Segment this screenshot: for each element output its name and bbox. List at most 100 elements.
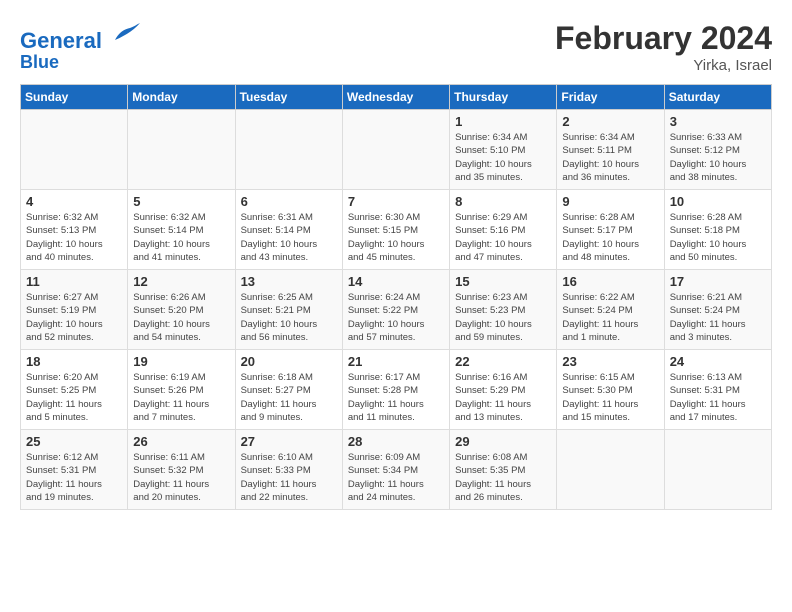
calendar-cell — [342, 110, 449, 190]
calendar-cell: 13 Sunrise: 6:25 AMSunset: 5:21 PMDayligh… — [235, 270, 342, 350]
calendar-cell: 20 Sunrise: 6:18 AMSunset: 5:27 PMDayligh… — [235, 350, 342, 430]
calendar-cell: 12 Sunrise: 6:26 AMSunset: 5:20 PMDayligh… — [128, 270, 235, 350]
day-number: 8 — [455, 194, 551, 209]
day-info: Sunrise: 6:10 AMSunset: 5:33 PMDaylight:… — [241, 451, 337, 504]
weekday-header-saturday: Saturday — [664, 85, 771, 110]
calendar-cell: 5 Sunrise: 6:32 AMSunset: 5:14 PMDaylight… — [128, 190, 235, 270]
calendar-cell: 19 Sunrise: 6:19 AMSunset: 5:26 PMDayligh… — [128, 350, 235, 430]
calendar-cell: 6 Sunrise: 6:31 AMSunset: 5:14 PMDaylight… — [235, 190, 342, 270]
day-number: 11 — [26, 274, 122, 289]
calendar-cell: 11 Sunrise: 6:27 AMSunset: 5:19 PMDayligh… — [21, 270, 128, 350]
calendar-cell: 9 Sunrise: 6:28 AMSunset: 5:17 PMDaylight… — [557, 190, 664, 270]
weekday-header-friday: Friday — [557, 85, 664, 110]
page-header: General Blue February 2024 Yirka, Israel — [20, 20, 772, 74]
day-info: Sunrise: 6:11 AMSunset: 5:32 PMDaylight:… — [133, 451, 229, 504]
calendar-cell — [557, 430, 664, 510]
day-info: Sunrise: 6:30 AMSunset: 5:15 PMDaylight:… — [348, 211, 444, 264]
week-row-5: 25 Sunrise: 6:12 AMSunset: 5:31 PMDayligh… — [21, 430, 772, 510]
calendar-cell: 1 Sunrise: 6:34 AMSunset: 5:10 PMDaylight… — [450, 110, 557, 190]
calendar-cell: 28Sunrise: 6:09 AMSunset: 5:34 PMDayligh… — [342, 430, 449, 510]
day-number: 17 — [670, 274, 766, 289]
day-number: 23 — [562, 354, 658, 369]
calendar-cell: 27Sunrise: 6:10 AMSunset: 5:33 PMDayligh… — [235, 430, 342, 510]
day-number: 10 — [670, 194, 766, 209]
calendar-cell — [21, 110, 128, 190]
calendar-cell: 10 Sunrise: 6:28 AMSunset: 5:18 PMDayligh… — [664, 190, 771, 270]
day-info: Sunrise: 6:32 AMSunset: 5:14 PMDaylight:… — [133, 211, 229, 264]
week-row-4: 18Sunrise: 6:20 AMSunset: 5:25 PMDayligh… — [21, 350, 772, 430]
day-number: 25 — [26, 434, 122, 449]
day-number: 1 — [455, 114, 551, 129]
weekday-header-tuesday: Tuesday — [235, 85, 342, 110]
calendar-cell — [235, 110, 342, 190]
calendar-cell — [664, 430, 771, 510]
weekday-header-thursday: Thursday — [450, 85, 557, 110]
logo-text2: Blue — [20, 53, 140, 73]
day-number: 14 — [348, 274, 444, 289]
location: Yirka, Israel — [555, 57, 772, 74]
day-info: Sunrise: 6:12 AMSunset: 5:31 PMDaylight:… — [26, 451, 122, 504]
day-number: 12 — [133, 274, 229, 289]
weekday-header-sunday: Sunday — [21, 85, 128, 110]
day-number: 26 — [133, 434, 229, 449]
day-number: 20 — [241, 354, 337, 369]
day-number: 18 — [26, 354, 122, 369]
calendar-cell: 4 Sunrise: 6:32 AMSunset: 5:13 PMDaylight… — [21, 190, 128, 270]
calendar-body: 1 Sunrise: 6:34 AMSunset: 5:10 PMDaylight… — [21, 110, 772, 510]
day-number: 16 — [562, 274, 658, 289]
day-info: Sunrise: 6:26 AMSunset: 5:20 PMDaylight:… — [133, 291, 229, 344]
calendar-cell: 14 Sunrise: 6:24 AMSunset: 5:22 PMDayligh… — [342, 270, 449, 350]
logo-text: General — [20, 20, 140, 53]
calendar-cell: 15 Sunrise: 6:23 AMSunset: 5:23 PMDayligh… — [450, 270, 557, 350]
day-number: 7 — [348, 194, 444, 209]
day-number: 15 — [455, 274, 551, 289]
day-number: 24 — [670, 354, 766, 369]
day-info: Sunrise: 6:17 AMSunset: 5:28 PMDaylight:… — [348, 371, 444, 424]
calendar-cell: 25 Sunrise: 6:12 AMSunset: 5:31 PMDayligh… — [21, 430, 128, 510]
day-info: Sunrise: 6:28 AMSunset: 5:17 PMDaylight:… — [562, 211, 658, 264]
day-number: 4 — [26, 194, 122, 209]
day-info: Sunrise: 6:28 AMSunset: 5:18 PMDaylight:… — [670, 211, 766, 264]
logo: General Blue — [20, 20, 140, 73]
month-title: February 2024 — [555, 20, 772, 57]
week-row-3: 11 Sunrise: 6:27 AMSunset: 5:19 PMDayligh… — [21, 270, 772, 350]
calendar-cell — [128, 110, 235, 190]
calendar-cell: 29Sunrise: 6:08 AMSunset: 5:35 PMDayligh… — [450, 430, 557, 510]
calendar-cell: 26 Sunrise: 6:11 AMSunset: 5:32 PMDayligh… — [128, 430, 235, 510]
day-info: Sunrise: 6:27 AMSunset: 5:19 PMDaylight:… — [26, 291, 122, 344]
day-info: Sunrise: 6:19 AMSunset: 5:26 PMDaylight:… — [133, 371, 229, 424]
calendar-cell: 24Sunrise: 6:13 AMSunset: 5:31 PMDayligh… — [664, 350, 771, 430]
calendar-cell: 3Sunrise: 6:33 AMSunset: 5:12 PMDaylight… — [664, 110, 771, 190]
day-info: Sunrise: 6:25 AMSunset: 5:21 PMDaylight:… — [241, 291, 337, 344]
day-number: 5 — [133, 194, 229, 209]
day-number: 9 — [562, 194, 658, 209]
calendar-cell: 7 Sunrise: 6:30 AMSunset: 5:15 PMDaylight… — [342, 190, 449, 270]
day-number: 3 — [670, 114, 766, 129]
calendar-cell: 18Sunrise: 6:20 AMSunset: 5:25 PMDayligh… — [21, 350, 128, 430]
day-info: Sunrise: 6:34 AMSunset: 5:10 PMDaylight:… — [455, 131, 551, 184]
calendar-cell: 21Sunrise: 6:17 AMSunset: 5:28 PMDayligh… — [342, 350, 449, 430]
calendar-cell: 22Sunrise: 6:16 AMSunset: 5:29 PMDayligh… — [450, 350, 557, 430]
calendar-cell: 17 Sunrise: 6:21 AMSunset: 5:24 PMDayligh… — [664, 270, 771, 350]
day-info: Sunrise: 6:21 AMSunset: 5:24 PMDaylight:… — [670, 291, 766, 344]
day-number: 22 — [455, 354, 551, 369]
day-info: Sunrise: 6:34 AMSunset: 5:11 PMDaylight:… — [562, 131, 658, 184]
day-info: Sunrise: 6:18 AMSunset: 5:27 PMDaylight:… — [241, 371, 337, 424]
day-number: 2 — [562, 114, 658, 129]
day-info: Sunrise: 6:24 AMSunset: 5:22 PMDaylight:… — [348, 291, 444, 344]
day-info: Sunrise: 6:32 AMSunset: 5:13 PMDaylight:… — [26, 211, 122, 264]
day-number: 13 — [241, 274, 337, 289]
week-row-1: 1 Sunrise: 6:34 AMSunset: 5:10 PMDaylight… — [21, 110, 772, 190]
day-number: 6 — [241, 194, 337, 209]
day-info: Sunrise: 6:23 AMSunset: 5:23 PMDaylight:… — [455, 291, 551, 344]
day-info: Sunrise: 6:29 AMSunset: 5:16 PMDaylight:… — [455, 211, 551, 264]
calendar-cell: 23Sunrise: 6:15 AMSunset: 5:30 PMDayligh… — [557, 350, 664, 430]
calendar-cell: 8 Sunrise: 6:29 AMSunset: 5:16 PMDaylight… — [450, 190, 557, 270]
day-info: Sunrise: 6:31 AMSunset: 5:14 PMDaylight:… — [241, 211, 337, 264]
title-area: February 2024 Yirka, Israel — [555, 20, 772, 74]
day-info: Sunrise: 6:22 AMSunset: 5:24 PMDaylight:… — [562, 291, 658, 344]
weekday-header-monday: Monday — [128, 85, 235, 110]
day-number: 19 — [133, 354, 229, 369]
week-row-2: 4 Sunrise: 6:32 AMSunset: 5:13 PMDaylight… — [21, 190, 772, 270]
day-info: Sunrise: 6:08 AMSunset: 5:35 PMDaylight:… — [455, 451, 551, 504]
